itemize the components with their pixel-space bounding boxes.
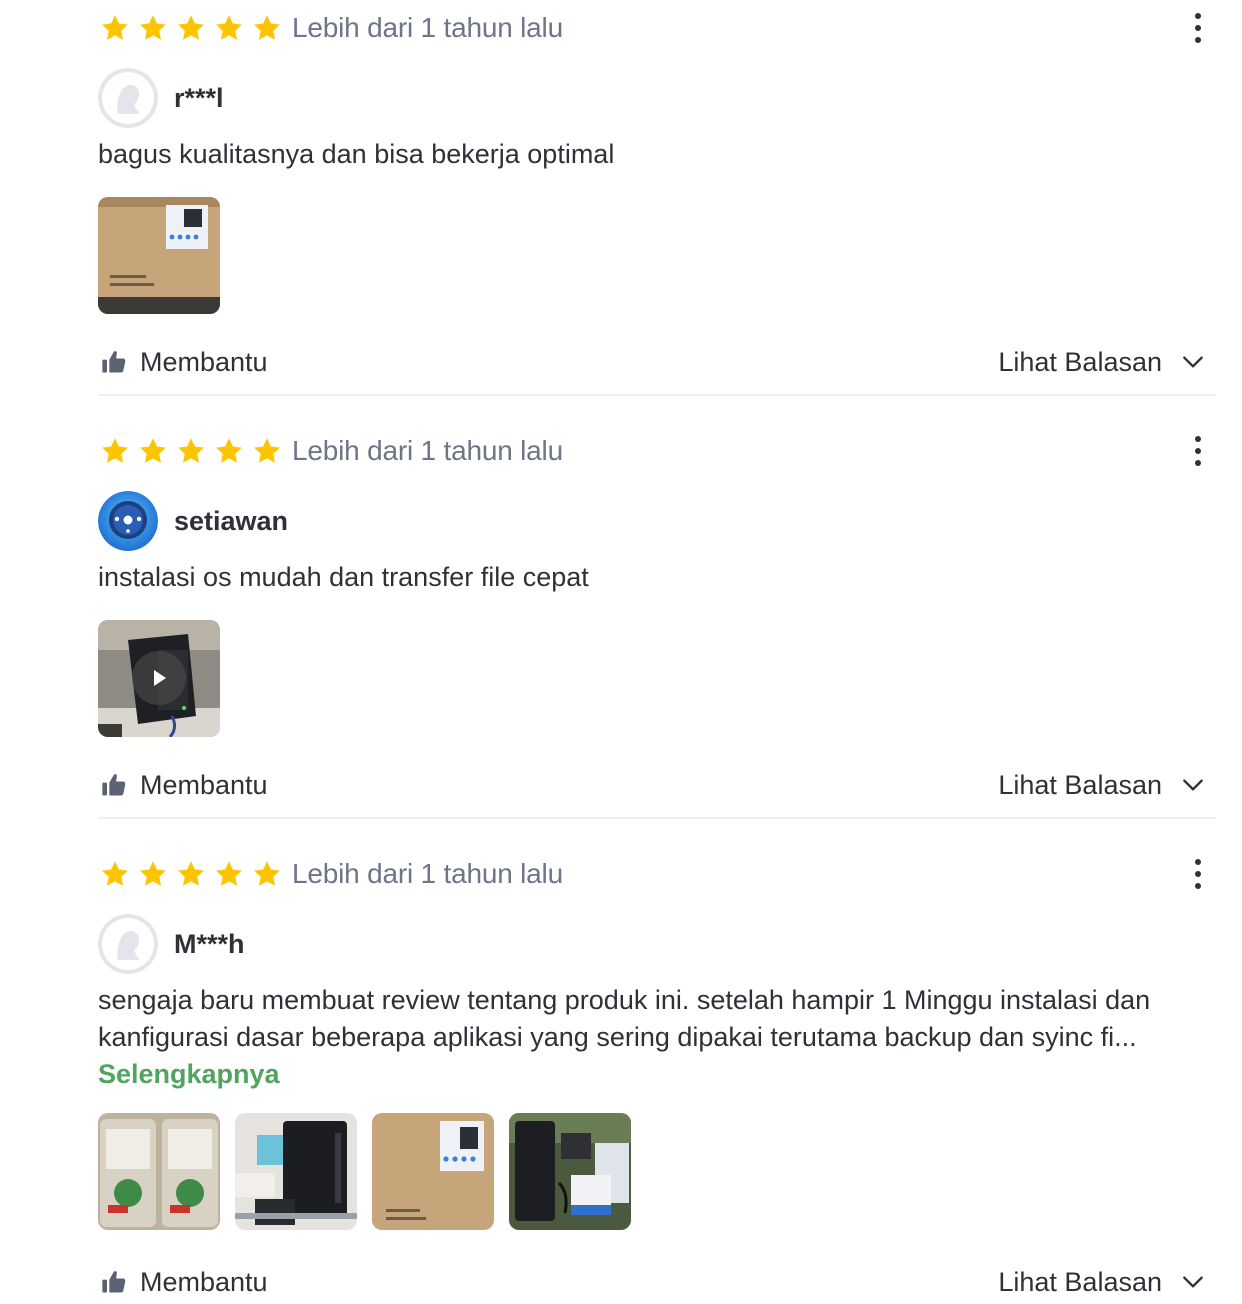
reviewer: M***h	[98, 914, 1216, 974]
see-replies-label: Lihat Balasan	[998, 346, 1162, 377]
reviewer-name: M***h	[174, 928, 245, 959]
helpful-button[interactable]: Membantu	[98, 1267, 268, 1298]
star-icon	[102, 15, 128, 40]
dot-icon	[1195, 13, 1201, 19]
dot-icon	[1195, 25, 1201, 31]
star-icon	[140, 438, 166, 463]
review-actions: Membantu Lihat Balasan	[98, 342, 1216, 382]
see-replies-button[interactable]: Lihat Balasan	[998, 765, 1206, 805]
dot-icon	[1195, 448, 1201, 454]
reviewer: setiawan	[98, 491, 1216, 551]
star-icon	[102, 438, 128, 463]
dot-icon	[1195, 37, 1201, 43]
star-icon	[216, 861, 242, 886]
review-item: Lebih dari 1 tahun lalu M***h sengaja ba…	[98, 854, 1216, 1302]
play-icon	[154, 670, 166, 686]
dot-icon	[1195, 460, 1201, 466]
see-replies-label: Lihat Balasan	[998, 1266, 1162, 1297]
default-avatar-icon	[98, 68, 158, 128]
dot-icon	[1195, 436, 1201, 442]
review-time: Lebih dari 1 tahun lalu	[292, 858, 563, 889]
review-time: Lebih dari 1 tahun lalu	[292, 435, 563, 466]
star-rating	[100, 436, 282, 466]
star-icon	[216, 438, 242, 463]
rating-row: Lebih dari 1 tahun lalu	[98, 431, 1216, 471]
review-photo-thumbnail[interactable]	[98, 197, 220, 314]
helpful-button[interactable]: Membantu	[98, 770, 268, 801]
review-item: Lebih dari 1 tahun lalu setiawan instala…	[98, 431, 1216, 805]
star-icon	[254, 15, 280, 40]
rating-row: Lebih dari 1 tahun lalu	[98, 854, 1216, 894]
review-divider	[98, 817, 1216, 819]
star-icon	[102, 861, 128, 886]
star-rating	[100, 859, 282, 889]
review-time: Lebih dari 1 tahun lalu	[292, 12, 563, 43]
reviewer-name: r***l	[174, 82, 224, 113]
dot-icon	[1195, 871, 1201, 877]
see-replies-button[interactable]: Lihat Balasan	[998, 342, 1206, 382]
read-more-link[interactable]: Selengkapnya	[98, 1056, 1216, 1093]
helpful-label: Membantu	[140, 1266, 268, 1297]
review-photo-thumbnail[interactable]	[98, 1113, 220, 1230]
review-divider	[98, 394, 1216, 396]
review-text: instalasi os mudah dan transfer file cep…	[98, 559, 1216, 596]
helpful-label: Membantu	[140, 769, 268, 800]
review-media	[98, 620, 1216, 737]
review-text: sengaja baru membuat review tentang prod…	[98, 982, 1216, 1093]
more-options-button[interactable]	[1186, 431, 1210, 471]
review-actions: Membantu Lihat Balasan	[98, 765, 1216, 805]
dot-icon	[1195, 859, 1201, 865]
see-replies-label: Lihat Balasan	[998, 769, 1162, 800]
helpful-button[interactable]: Membantu	[98, 347, 268, 378]
star-icon	[140, 861, 166, 886]
star-icon	[178, 438, 204, 463]
rating-row: Lebih dari 1 tahun lalu	[98, 8, 1216, 48]
review-text-line: bagus kualitasnya dan bisa bekerja optim…	[98, 139, 615, 169]
star-icon	[216, 15, 242, 40]
review-photo-thumbnail[interactable]	[509, 1113, 631, 1230]
thumbs-up-icon	[102, 774, 126, 796]
dot-icon	[1195, 883, 1201, 889]
review-text-line: kanfigurasi dasar beberapa aplikasi yang…	[98, 1022, 1137, 1052]
review-list: Lebih dari 1 tahun lalu r***l bagus kual…	[0, 0, 1242, 1304]
review-media	[98, 197, 1216, 314]
star-icon	[254, 861, 280, 886]
reviewer: r***l	[98, 68, 1216, 128]
robot-avatar-icon	[98, 491, 158, 551]
star-icon	[178, 861, 204, 886]
star-rating	[100, 13, 282, 43]
default-avatar-icon	[98, 914, 158, 974]
review-photo-thumbnail[interactable]	[372, 1113, 494, 1230]
star-icon	[178, 15, 204, 40]
review-text-line: sengaja baru membuat review tentang prod…	[98, 985, 1151, 1015]
review-video-thumbnail[interactable]	[98, 620, 220, 737]
review-item: Lebih dari 1 tahun lalu r***l bagus kual…	[98, 8, 1216, 382]
chevron-down-icon	[1183, 1276, 1203, 1288]
review-photo-thumbnail[interactable]	[235, 1113, 357, 1230]
see-replies-button[interactable]: Lihat Balasan	[998, 1262, 1206, 1302]
more-options-button[interactable]	[1186, 8, 1210, 48]
review-actions: Membantu Lihat Balasan	[98, 1262, 1216, 1302]
chevron-down-icon	[1183, 356, 1203, 368]
more-options-button[interactable]	[1186, 854, 1210, 894]
star-icon	[254, 438, 280, 463]
review-text-line: instalasi os mudah dan transfer file cep…	[98, 562, 589, 592]
thumbs-up-icon	[102, 351, 126, 373]
thumbs-up-icon	[102, 1271, 126, 1293]
review-text: bagus kualitasnya dan bisa bekerja optim…	[98, 136, 1216, 173]
review-media	[98, 1113, 1216, 1230]
chevron-down-icon	[1183, 779, 1203, 791]
reviewer-name: setiawan	[174, 505, 289, 536]
star-icon	[140, 15, 166, 40]
helpful-label: Membantu	[140, 346, 268, 377]
